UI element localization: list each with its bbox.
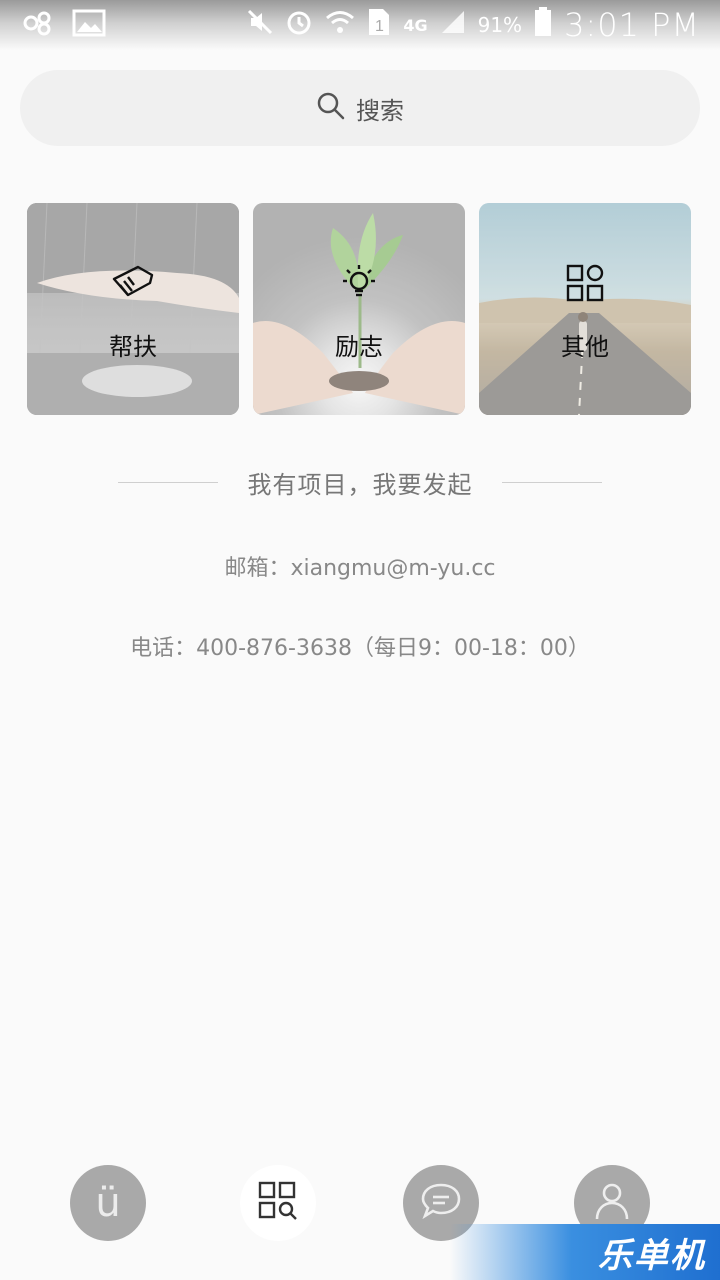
image-icon xyxy=(72,9,106,41)
category-label: 励志 xyxy=(335,333,383,361)
message-icon xyxy=(420,1181,462,1225)
helping-hand-icon xyxy=(110,263,156,305)
battery-icon xyxy=(534,7,552,43)
discover-icon xyxy=(258,1181,298,1225)
search-label: 搜索 xyxy=(356,96,404,125)
clock: 3:01 PM xyxy=(564,6,700,44)
category-label: 帮扶 xyxy=(109,333,157,361)
category-card-inspire[interactable]: 励志 xyxy=(253,203,465,415)
category-label: 其他 xyxy=(561,333,609,361)
u-logo-icon: ü xyxy=(95,1180,121,1226)
grid-icon xyxy=(565,263,605,307)
battery-percent: 91% xyxy=(477,13,523,37)
category-card-help[interactable]: 帮扶 xyxy=(27,203,239,415)
category-grid: 帮扶 励志 其他 xyxy=(27,203,691,415)
contact-email[interactable]: 邮箱：xiangmu@m-yu.cc xyxy=(0,550,720,582)
nav-home-button[interactable]: ü xyxy=(70,1165,146,1241)
signal-icon xyxy=(440,9,466,41)
project-heading-row: 我有项目，我要发起 xyxy=(118,462,602,502)
divider-right xyxy=(502,481,602,483)
network-type: 4G xyxy=(403,15,428,35)
search-bar[interactable]: 搜索 xyxy=(20,70,700,146)
divider-left xyxy=(118,481,218,483)
lightbulb-icon xyxy=(339,263,379,307)
sim-icon: 1 xyxy=(367,7,391,43)
alarm-icon xyxy=(285,8,313,42)
nav-discover-button[interactable] xyxy=(240,1165,316,1241)
project-heading: 我有项目，我要发起 xyxy=(247,470,473,499)
watermark: 乐单机 xyxy=(450,1224,720,1280)
search-icon xyxy=(316,91,346,125)
profile-icon xyxy=(594,1181,630,1225)
category-card-other[interactable]: 其他 xyxy=(479,203,691,415)
wifi-icon xyxy=(325,9,355,41)
status-bar: 1 4G 91% 3:01 PM xyxy=(0,0,720,50)
mute-icon xyxy=(247,9,273,41)
contact-phone[interactable]: 电话：400-876-3638（每日9：00-18：00） xyxy=(0,630,720,662)
svg-text:1: 1 xyxy=(375,18,384,35)
link-icon xyxy=(22,9,54,41)
